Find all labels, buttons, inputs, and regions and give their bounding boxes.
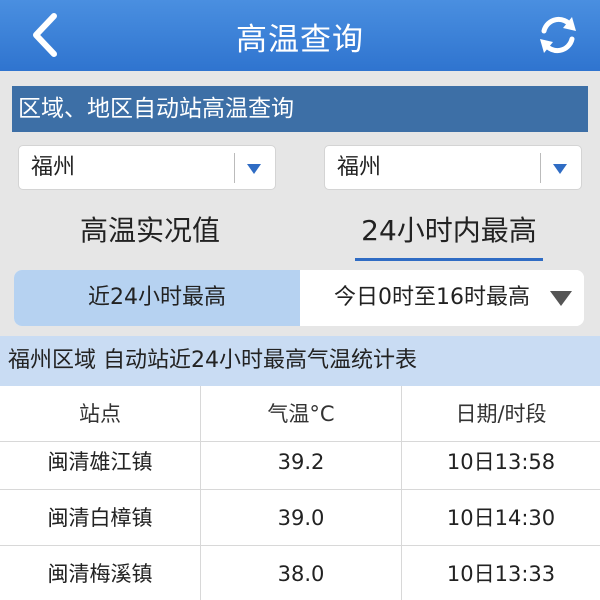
area-select-value: 福州 (337, 155, 382, 180)
datetime-cell: 10日13:33 (446, 562, 556, 586)
table-row[interactable]: 闽清雄江镇 39.2 10日13:58 (0, 434, 600, 490)
app-header: 高温查询 (0, 0, 600, 71)
time-range-segment: 近24小时最高 今日0时至16时最高 (14, 270, 584, 326)
temperature-cell: 39.2 (200, 434, 402, 490)
tab-live-value[interactable]: 高温实况值 (40, 205, 260, 261)
select-divider (540, 153, 541, 183)
segment-today-label: 今日0时至16时最高 (334, 285, 530, 310)
tab-24h-max[interactable]: 24小时内最高 (355, 205, 543, 261)
temperature-cell: 39.0 (200, 490, 402, 546)
region-select[interactable]: 福州 (18, 145, 276, 190)
refresh-icon (540, 16, 576, 54)
segment-today-dropdown[interactable]: 今日0时至16时最高 (300, 270, 584, 326)
table-title: 福州区域 自动站近24小时最高气温统计表 (0, 336, 600, 386)
select-divider (234, 153, 235, 183)
table-row[interactable]: 闽清梅溪镇 38.0 10日13:33 (0, 546, 600, 600)
page-title: 高温查询 (236, 22, 364, 58)
table-row[interactable]: 闽清白樟镇 39.0 10日14:30 (0, 490, 600, 546)
triangle-down-icon (550, 291, 572, 306)
refresh-button[interactable] (534, 11, 582, 59)
section-title: 区域、地区自动站高温查询 (12, 86, 588, 132)
caret-down-icon (553, 164, 567, 174)
caret-down-icon (247, 164, 261, 174)
area-select[interactable]: 福州 (324, 145, 582, 190)
station-cell: 闽清梅溪镇 (47, 562, 153, 586)
station-cell: 闽清雄江镇 (47, 450, 153, 474)
temperature-table: 站点 气温°C 日期/时段 闽清雄江镇 39.2 10日13:58 闽清白樟镇 … (0, 386, 600, 600)
station-cell: 闽清白樟镇 (47, 506, 153, 530)
datetime-cell: 10日14:30 (446, 506, 556, 530)
region-select-value: 福州 (31, 155, 76, 180)
datetime-cell: 10日13:58 (446, 450, 556, 474)
segment-last-24h[interactable]: 近24小时最高 (14, 270, 300, 326)
temperature-cell: 38.0 (200, 546, 402, 600)
